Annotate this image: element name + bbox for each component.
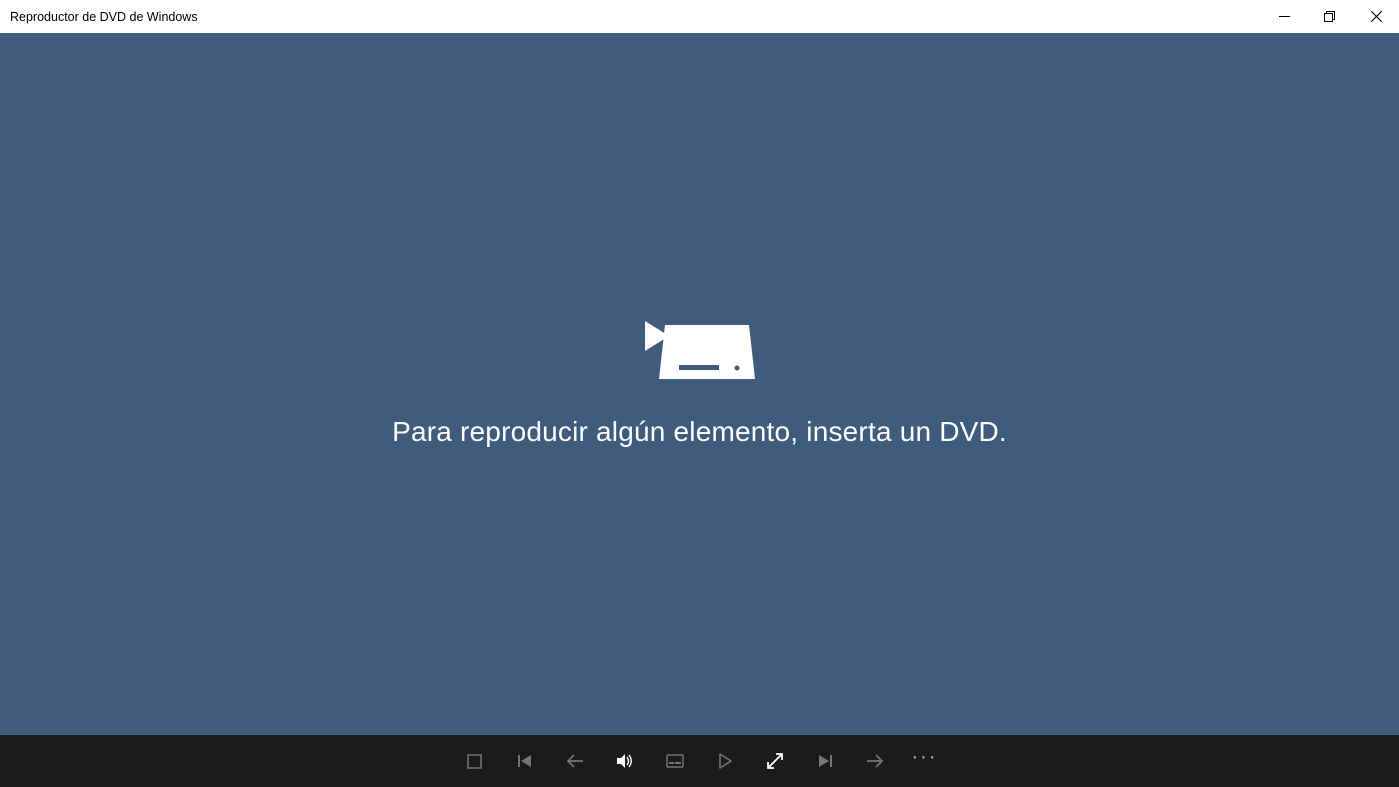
previous-button[interactable]: [516, 752, 534, 770]
forward-button[interactable]: [866, 752, 884, 770]
minimize-button[interactable]: [1261, 0, 1307, 33]
close-icon: [1371, 11, 1382, 22]
stop-icon: [467, 754, 482, 769]
fullscreen-button[interactable]: [766, 752, 784, 770]
volume-icon: [616, 753, 634, 769]
maximize-icon: [1324, 11, 1336, 23]
next-button[interactable]: [816, 752, 834, 770]
play-icon: [718, 753, 732, 769]
skip-previous-icon: [517, 753, 533, 769]
fullscreen-icon: [766, 752, 784, 770]
skip-next-icon: [817, 753, 833, 769]
dvd-device-icon: [645, 321, 755, 388]
volume-button[interactable]: [616, 752, 634, 770]
close-button[interactable]: [1353, 0, 1399, 33]
minimize-icon: [1279, 11, 1290, 22]
window-controls: [1261, 0, 1399, 33]
window-title: Reproductor de DVD de Windows: [10, 10, 198, 24]
subtitles-button[interactable]: [666, 752, 684, 770]
back-button[interactable]: [566, 752, 584, 770]
more-options-button[interactable]: ···: [916, 752, 934, 770]
titlebar-left: Reproductor de DVD de Windows: [10, 10, 198, 24]
arrow-right-icon: [866, 753, 884, 769]
arrow-left-icon: [566, 753, 584, 769]
main-content: Para reproducir algún elemento, inserta …: [0, 33, 1399, 735]
insert-dvd-message: Para reproducir algún elemento, inserta …: [392, 416, 1007, 448]
maximize-button[interactable]: [1307, 0, 1353, 33]
titlebar: Reproductor de DVD de Windows: [0, 0, 1399, 33]
subtitles-icon: [666, 754, 684, 768]
playback-control-bar: ···: [0, 735, 1399, 787]
play-button[interactable]: [716, 752, 734, 770]
stop-button[interactable]: [466, 752, 484, 770]
